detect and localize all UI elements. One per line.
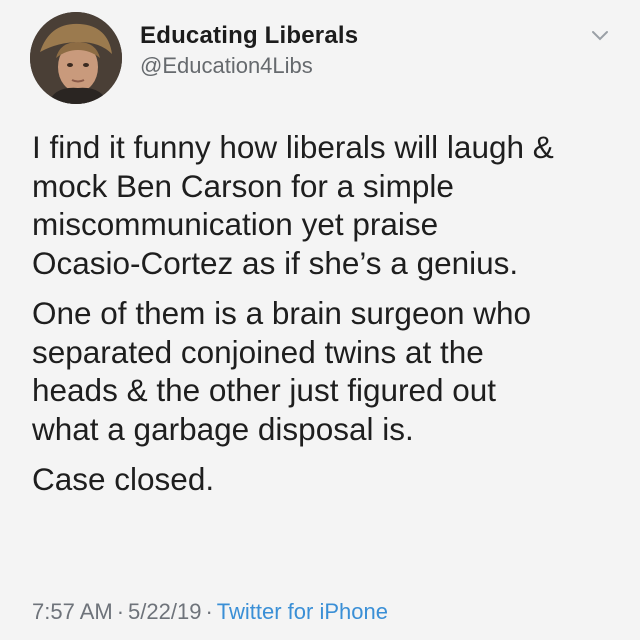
meta-separator: · (116, 599, 125, 624)
meta-separator: · (205, 599, 213, 624)
author-avatar[interactable] (30, 12, 122, 104)
author-handle[interactable]: @Education4Libs (140, 53, 313, 79)
tweet-text: I find it funny how liberals will laugh … (32, 128, 627, 511)
tweet-card: Educating Liberals @Education4Libs I fin… (0, 0, 640, 640)
tweet-date[interactable]: 5/22/19 (128, 599, 201, 624)
tweet-paragraph: I find it funny how liberals will laugh … (32, 129, 554, 281)
tweet-metadata: 7:57 AM · 5/22/19 · Twitter for iPhone (32, 599, 388, 625)
tweet-paragraph: Case closed. (32, 461, 215, 497)
author-display-name[interactable]: Educating Liberals (140, 22, 358, 50)
tweet-time[interactable]: 7:57 AM (32, 599, 113, 624)
tweet-paragraph: One of them is a brain surgeon who separ… (32, 295, 532, 447)
chevron-down-icon[interactable] (590, 28, 610, 44)
tweet-source-link[interactable]: Twitter for iPhone (217, 599, 388, 624)
avatar-photo-icon (30, 12, 122, 104)
